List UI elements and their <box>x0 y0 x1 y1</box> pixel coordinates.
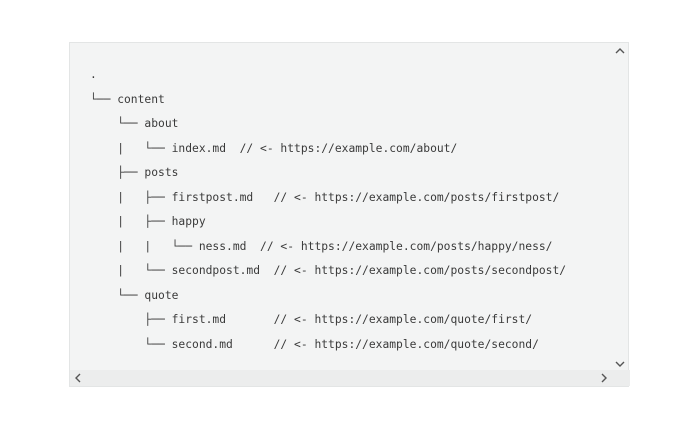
code-line: └── second.md // <- https://example.com/… <box>90 337 539 351</box>
code-line: └── about <box>90 117 179 130</box>
chevron-up-icon[interactable] <box>612 43 628 59</box>
code-line: | | └── ness.md // <- https://example.co… <box>90 239 553 253</box>
code-line: ├── first.md // <- https://example.com/q… <box>90 313 533 326</box>
chevron-left-icon[interactable] <box>70 370 86 386</box>
code-line: | ├── firstpost.md // <- https://example… <box>90 190 560 204</box>
code-block: . └── content └── about | └── index.md //… <box>69 42 630 387</box>
vertical-scrollbar[interactable] <box>612 43 628 371</box>
chevron-right-icon[interactable] <box>596 370 612 386</box>
code-content: . └── content └── about | └── index.md //… <box>90 63 608 357</box>
code-line: | └── index.md // <- https://example.com… <box>90 141 458 155</box>
code-line: └── quote <box>90 288 179 302</box>
code-line: | └── secondpost.md // <- https://exampl… <box>90 264 567 277</box>
code-line: └── content <box>90 92 165 106</box>
code-line: . <box>90 68 97 81</box>
code-line: | ├── happy <box>90 215 206 228</box>
horizontal-scrollbar[interactable] <box>70 370 630 386</box>
code-line: ├── posts <box>90 166 179 179</box>
